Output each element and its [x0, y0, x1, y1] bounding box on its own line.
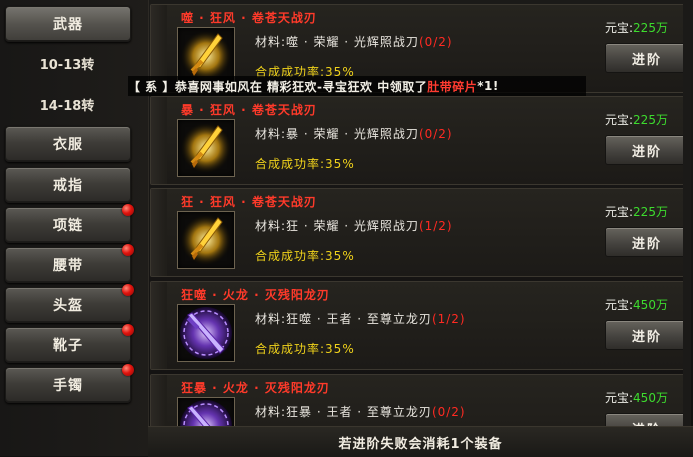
- nav-subitem-label: 10-13转: [39, 57, 95, 73]
- material-text: 材料:狂暴 · 王者 · 至尊立龙刃: [255, 405, 432, 419]
- purple-blade-icon[interactable]: [177, 397, 235, 426]
- material-requirement: 材料:狂 · 荣耀 · 光辉照战刀(1/2): [255, 217, 453, 234]
- price: 元宝:225万: [605, 203, 668, 220]
- item-title: 狂 · 狂风 · 卷苍天战刃: [181, 195, 317, 209]
- nav-subitem-14-18[interactable]: 14-18转: [5, 89, 129, 119]
- nav-item-label: 衣服: [53, 137, 83, 153]
- item-title: 暴 · 狂风 · 卷苍天战刃: [181, 103, 317, 117]
- material-text: 材料:狂噬 · 王者 · 至尊立龙刃: [255, 312, 432, 326]
- item-title: 狂噬 · 火龙 · 灭残阳龙刃: [181, 288, 330, 302]
- material-requirement: 材料:噬 · 荣耀 · 光辉照战刀(0/2): [255, 33, 453, 50]
- material-count: (0/2): [418, 127, 453, 141]
- broadcast-suffix: *1!: [477, 79, 499, 93]
- nav-item-label: 戒指: [53, 178, 83, 194]
- upgrade-button[interactable]: 进阶: [605, 227, 689, 257]
- nav-item-ring[interactable]: 戒指: [5, 167, 131, 203]
- notification-dot: [122, 244, 134, 256]
- price: 元宝:450万: [605, 389, 668, 406]
- upgrade-button[interactable]: 进阶: [605, 320, 689, 350]
- nav-item-helmet[interactable]: 头盔: [5, 284, 134, 323]
- nav-item-necklace[interactable]: 项链: [5, 204, 134, 243]
- notification-dot: [122, 284, 134, 296]
- nav-subitem-10-13[interactable]: 10-13转: [5, 48, 129, 78]
- success-rate: 合成成功率:35%: [255, 157, 355, 171]
- price-value: 450万: [633, 298, 668, 312]
- card-edge: [151, 375, 167, 426]
- price-label: 元宝:: [605, 205, 634, 219]
- price-value: 225万: [633, 205, 668, 219]
- upgrade-button[interactable]: 进阶: [605, 43, 689, 73]
- upgrade-card: 狂 · 狂风 · 卷苍天战刃 材料:狂 · 荣耀 · 光辉照战刀(1/2) 合成…: [150, 188, 690, 277]
- material-count: (0/2): [418, 35, 453, 49]
- card-edge: [151, 97, 167, 184]
- failure-warning: 若进阶失败会消耗1个装备: [148, 426, 693, 457]
- nav-item-label: 武器: [53, 17, 83, 33]
- material-requirement: 材料:狂噬 · 王者 · 至尊立龙刃(1/2): [255, 310, 466, 327]
- golden-sword-icon[interactable]: [177, 211, 235, 269]
- nav-item-label: 项链: [53, 218, 83, 234]
- purple-blade-icon[interactable]: [177, 304, 235, 362]
- item-title: 狂暴 · 火龙 · 灭残阳龙刃: [181, 381, 330, 395]
- notification-dot: [122, 324, 134, 336]
- nav-item-label: 头盔: [53, 298, 83, 314]
- nav-item-label: 腰带: [53, 258, 83, 274]
- price: 元宝:450万: [605, 296, 668, 313]
- upgrade-card: 狂暴 · 火龙 · 灭残阳龙刃 材料:狂暴 · 王者 · 至尊立龙刃(0/2) …: [150, 374, 690, 426]
- broadcast-text: 【 系 】恭喜网事如风在 精彩狂欢-寻宝狂欢 中领取了: [128, 79, 428, 94]
- material-requirement: 材料:狂暴 · 王者 · 至尊立龙刃(0/2): [255, 403, 466, 420]
- price-value: 450万: [633, 391, 668, 405]
- price-label: 元宝:: [605, 113, 634, 127]
- upgrade-button[interactable]: 进阶: [605, 135, 689, 165]
- golden-sword-icon[interactable]: [177, 119, 235, 177]
- upgrade-panel: 武器 10-13转 14-18转 衣服 戒指 项链 腰带 头盔 靴子 手镯 噬 …: [0, 0, 693, 457]
- upgrade-card: 狂噬 · 火龙 · 灭残阳龙刃 材料:狂噬 · 王者 · 至尊立龙刃(1/2) …: [150, 281, 690, 370]
- notification-dot: [122, 204, 134, 216]
- nav-item-label: 手镯: [53, 378, 83, 394]
- material-text: 材料:暴 · 荣耀 · 光辉照战刀: [255, 127, 419, 141]
- price-label: 元宝:: [605, 391, 634, 405]
- price: 元宝:225万: [605, 111, 668, 128]
- item-title: 噬 · 狂风 · 卷苍天战刃: [181, 11, 317, 25]
- system-broadcast: 【 系 】恭喜网事如风在 精彩狂欢-寻宝狂欢 中领取了 肚带碎片 *1!: [128, 76, 586, 96]
- upgrade-list: 噬 · 狂风 · 卷苍天战刃 材料:噬 · 荣耀 · 光辉照战刀(0/2) 合成…: [148, 0, 693, 426]
- material-text: 材料:噬 · 荣耀 · 光辉照战刀: [255, 35, 419, 49]
- material-count: (0/2): [431, 405, 466, 419]
- notification-dot: [122, 364, 134, 376]
- nav-item-label: 靴子: [53, 338, 83, 354]
- failure-warning-text: 若进阶失败会消耗1个装备: [338, 436, 503, 452]
- nav-item-weapon[interactable]: 武器: [5, 6, 131, 42]
- nav-item-bracelet[interactable]: 手镯: [5, 364, 134, 403]
- material-count: (1/2): [431, 312, 466, 326]
- price-label: 元宝:: [605, 21, 634, 35]
- nav-subitem-label: 14-18转: [39, 98, 95, 114]
- upgrade-card: 暴 · 狂风 · 卷苍天战刃 材料:暴 · 荣耀 · 光辉照战刀(0/2) 合成…: [150, 96, 690, 185]
- price-label: 元宝:: [605, 298, 634, 312]
- category-sidebar: 武器 10-13转 14-18转 衣服 戒指 项链 腰带 头盔 靴子 手镯: [0, 0, 149, 456]
- nav-item-belt[interactable]: 腰带: [5, 244, 134, 283]
- broadcast-item: 肚带碎片: [427, 79, 478, 94]
- nav-item-boots[interactable]: 靴子: [5, 324, 134, 363]
- price-value: 225万: [633, 113, 668, 127]
- material-requirement: 材料:暴 · 荣耀 · 光辉照战刀(0/2): [255, 125, 453, 142]
- success-rate: 合成成功率:35%: [255, 249, 355, 263]
- price: 元宝:225万: [605, 19, 668, 36]
- list-scrollbar[interactable]: [683, 0, 691, 426]
- price-value: 225万: [633, 21, 668, 35]
- material-text: 材料:狂 · 荣耀 · 光辉照战刀: [255, 219, 419, 233]
- success-rate: 合成成功率:35%: [255, 342, 355, 356]
- card-edge: [151, 189, 167, 276]
- nav-item-clothes[interactable]: 衣服: [5, 126, 131, 162]
- material-count: (1/2): [418, 219, 453, 233]
- card-edge: [151, 282, 167, 369]
- upgrade-button[interactable]: 进阶: [605, 413, 689, 426]
